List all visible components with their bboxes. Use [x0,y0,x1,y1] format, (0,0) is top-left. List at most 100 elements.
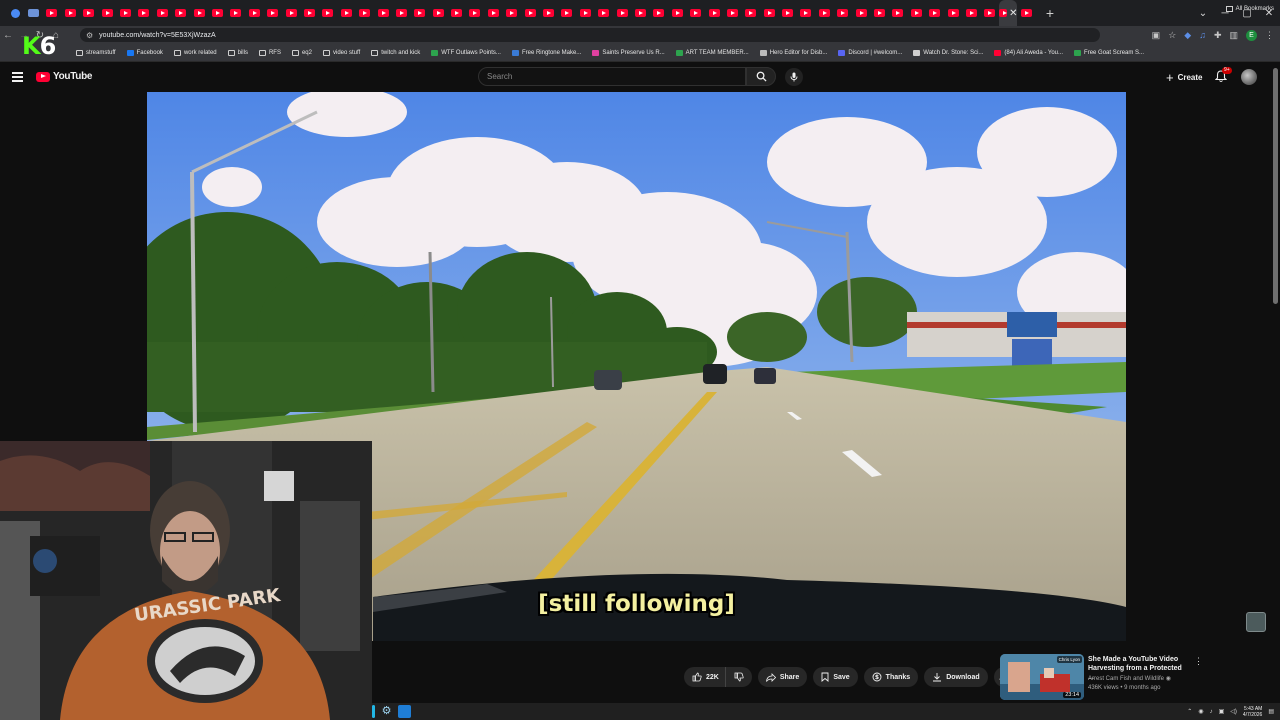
settings-gear-icon[interactable]: ⚙ [380,705,393,718]
search-input[interactable]: Search [478,67,746,86]
media-icon[interactable]: ♫ [1199,30,1206,40]
page-scrollbar[interactable] [1273,68,1278,304]
browser-tab[interactable] [613,0,631,26]
browser-tab[interactable] [723,0,741,26]
browser-tab[interactable] [742,0,760,26]
browser-tab[interactable] [61,0,79,26]
bookmark-item[interactable]: (84) Ali Aweda - You... [994,49,1063,56]
browser-tab[interactable] [282,0,300,26]
location-icon[interactable]: ◉ [1198,708,1203,715]
extensions-puzzle-icon[interactable]: ✚ [1214,30,1222,41]
download-button[interactable]: Download [924,667,988,687]
tab-search-icon[interactable]: ⌄ [1192,8,1214,19]
notifications-button[interactable]: 9+ [1214,67,1232,84]
browser-tab[interactable] [447,0,465,26]
browser-tab[interactable] [503,0,521,26]
share-button[interactable]: Share [757,667,808,687]
browser-tab[interactable] [466,0,484,26]
browser-tab[interactable] [227,0,245,26]
suggested-thumbnail[interactable]: Chris Lyon 23:14 [1000,654,1084,700]
browser-tab[interactable] [558,0,576,26]
browser-tab[interactable] [172,0,190,26]
browser-tab[interactable] [300,0,318,26]
browser-tab[interactable] [98,0,116,26]
suggested-menu-icon[interactable]: ⋮ [1194,656,1203,667]
bookmark-item[interactable]: Discord | #welcom... [838,49,902,56]
browser-tab[interactable] [760,0,778,26]
browser-tab[interactable]: ✕ [999,0,1018,26]
browser-tab[interactable] [337,0,355,26]
browser-tab[interactable] [484,0,502,26]
bookmark-item[interactable]: Free Goat Scream S... [1074,49,1144,56]
browser-tab[interactable] [6,0,24,26]
browser-tab[interactable] [153,0,171,26]
browser-tab[interactable] [1017,0,1035,26]
close-tab-icon[interactable]: ✕ [1009,8,1017,19]
browser-tab[interactable] [815,0,833,26]
browser-tab[interactable] [245,0,263,26]
browser-tab[interactable] [852,0,870,26]
bookmark-item[interactable]: twitch and kick [371,49,420,56]
browser-tab[interactable] [631,0,649,26]
bookmark-item[interactable]: video stuff [322,49,360,56]
browser-tab[interactable] [686,0,704,26]
browser-tab[interactable] [889,0,907,26]
browser-tab[interactable] [190,0,208,26]
account-avatar[interactable] [1241,69,1257,85]
bookmark-item[interactable]: Free Ringtone Make... [511,49,581,56]
browser-tab[interactable] [668,0,686,26]
browser-tab[interactable] [411,0,429,26]
browser-tab[interactable] [116,0,134,26]
browser-tab[interactable] [539,0,557,26]
sidebar-icon[interactable]: ▥ [1229,30,1238,41]
browser-tab[interactable] [355,0,373,26]
bookmark-item[interactable]: streamstuff [76,49,116,56]
bookmark-item[interactable]: ART TEAM MEMBER... [675,49,749,56]
new-tab-button[interactable]: + [1046,5,1054,21]
search-button[interactable] [746,67,776,86]
mic-tray-icon[interactable]: ♪ [1210,709,1213,715]
voice-search-button[interactable] [785,68,803,86]
tray-chevron-icon[interactable]: ⌃ [1187,708,1192,715]
bookmark-item[interactable]: Saints Preserve Us R... [592,49,665,56]
volume-icon[interactable]: ◁) [1230,708,1237,715]
youtube-logo[interactable]: YouTube [36,71,93,82]
browser-tab[interactable] [907,0,925,26]
browser-tab[interactable] [43,0,61,26]
create-button[interactable]: + Create [1160,69,1209,85]
browser-tab[interactable] [263,0,281,26]
browser-menu-icon[interactable]: ⋮ [1265,30,1274,41]
save-button[interactable]: Save [813,667,858,687]
browser-tab[interactable] [374,0,392,26]
all-bookmarks-button[interactable]: All Bookmarks [1225,0,1274,18]
browser-tab[interactable] [834,0,852,26]
notification-center-icon[interactable]: ▤ [1268,708,1274,715]
browser-tab[interactable] [944,0,962,26]
bookmark-star-icon[interactable]: ☆ [1168,30,1176,41]
thanks-button[interactable]: $ Thanks [863,667,919,687]
profile-avatar[interactable]: E [1246,29,1257,41]
bookmark-item[interactable]: WTF Outlaws Points... [431,49,501,56]
browser-tab[interactable] [650,0,668,26]
like-button[interactable]: 22K [684,667,725,687]
extension-icon[interactable]: ◆ [1184,30,1191,41]
browser-tab[interactable] [705,0,723,26]
network-icon[interactable]: ▣ [1219,708,1225,715]
browser-tab[interactable] [870,0,888,26]
site-info-icon[interactable]: ⚙ [86,31,93,40]
browser-tab[interactable] [962,0,980,26]
bookmark-item[interactable]: Watch Dr. Stone: Sci... [913,49,983,56]
back-button[interactable]: ← [0,30,16,41]
clock[interactable]: 5:43 AM 4/7/2026 [1243,706,1262,718]
browser-tab[interactable] [797,0,815,26]
bookmark-item[interactable]: bills [227,49,248,56]
menu-icon[interactable] [12,72,23,82]
suggested-video[interactable]: Chris Lyon 23:14 She Made a YouTube Vide… [1000,654,1270,700]
browser-tab[interactable] [319,0,337,26]
browser-tab[interactable] [24,0,42,26]
dislike-button[interactable] [724,667,752,687]
bookmark-item[interactable]: Facebook [126,49,163,56]
bookmark-item[interactable]: RFS [258,49,281,56]
file-explorer-icon[interactable] [398,705,411,718]
browser-tab[interactable] [80,0,98,26]
